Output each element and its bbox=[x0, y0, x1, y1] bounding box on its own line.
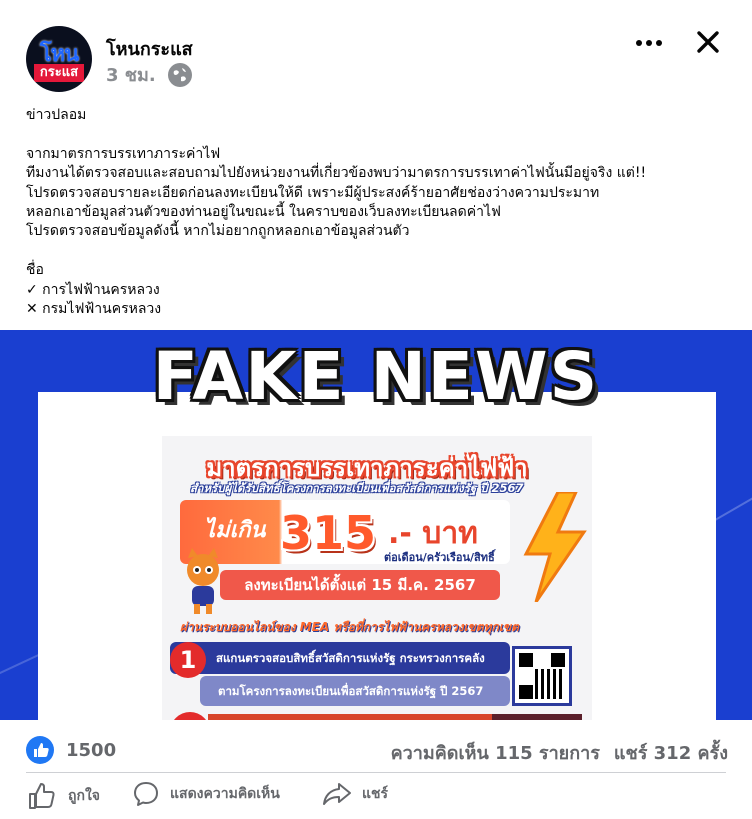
post-body: ข่าวปลอม จากมาตรการบรรเทาภาระค่าไฟ ทีมงา… bbox=[26, 106, 726, 319]
close-icon[interactable] bbox=[692, 26, 724, 58]
poster-channel: ผ่านระบบออนไลน์ของ MEA หรือที่การไฟฟ้านค… bbox=[180, 620, 519, 634]
comment-button[interactable]: แสดงความคิดเห็น bbox=[132, 780, 280, 808]
post-line: ทีมงานได้ตรวจสอบและสอบถามไปยังหน่วยงานที… bbox=[26, 165, 647, 182]
like-button[interactable]: ถูกใจ bbox=[26, 780, 100, 812]
poster-step1-number: 1 bbox=[170, 642, 206, 678]
comment-count[interactable]: ความคิดเห็น 115 รายการ bbox=[391, 738, 600, 767]
post-image[interactable]: FAKE NEWS มาตรการบรรเทาภาระค่าไฟฟ้า สำหร… bbox=[0, 330, 752, 720]
page-avatar[interactable]: โหน กระแส bbox=[26, 26, 92, 92]
poster-step2-bar-end bbox=[492, 714, 582, 720]
poster-per-unit: ต่อเดือน/ครัวเรือน/สิทธิ์ bbox=[384, 551, 495, 564]
share-label: แชร์ bbox=[362, 786, 389, 802]
globe-icon[interactable] bbox=[167, 62, 192, 87]
poster-step1-text: สแกนตรวจสอบสิทธิ์สวัสดิการแห่งรัฐ กระทรว… bbox=[216, 651, 485, 665]
poster-register-date: ลงทะเบียนได้ตั้งแต่ 15 มี.ค. 2567 bbox=[220, 570, 500, 600]
post-line: โปรดตรวจสอบรายละเอียดก่อนลงทะเบียนให้ดี … bbox=[26, 184, 600, 201]
poster-step2-bar bbox=[208, 714, 508, 720]
post-line: จากมาตรการบรรเทาภาระค่าไฟ bbox=[26, 145, 221, 162]
like-count[interactable]: 1500 bbox=[66, 740, 116, 761]
share-count[interactable]: แชร์ 312 ครั้ง bbox=[614, 738, 728, 767]
poster-step1-sub: ตามโครงการลงทะเบียนเพื่อสวัสดิการแห่งรัฐ… bbox=[200, 676, 510, 706]
post-line: โปรดตรวจสอบข้อมูลดังนี้ หากไม่อยากถูกหลอ… bbox=[26, 223, 410, 240]
post-line-correct: ✓ การไฟฟ้านครหลวง bbox=[26, 281, 160, 298]
qr-code-icon bbox=[512, 646, 572, 706]
poster-price: 315 bbox=[280, 506, 377, 560]
post-line: หลอกเอาข้อมูลส่วนตัวของท่านอยู่ในขณะนี้ … bbox=[26, 204, 501, 221]
like-reaction-icon[interactable] bbox=[26, 736, 54, 764]
share-icon bbox=[323, 783, 351, 805]
divider bbox=[26, 772, 726, 773]
lightning-bolt-icon bbox=[523, 492, 587, 602]
fake-news-headline: FAKE NEWS bbox=[152, 338, 600, 415]
poster-not-over: ไม่เกิน bbox=[204, 518, 266, 543]
comment-label: แสดงความคิดเห็น bbox=[170, 786, 280, 802]
reaction-stats: 1500 ความคิดเห็น 115 รายการ แชร์ 312 ครั… bbox=[0, 732, 752, 772]
engagement-counts: ความคิดเห็น 115 รายการ แชร์ 312 ครั้ง bbox=[391, 738, 728, 767]
embedded-poster: มาตรการบรรเทาภาระค่าไฟฟ้า สำหรับผู้ได้รั… bbox=[162, 436, 592, 720]
more-options-icon[interactable] bbox=[630, 28, 668, 58]
page-name[interactable]: โหนกระแส bbox=[106, 34, 193, 63]
post-timestamp[interactable]: 3 ชม. bbox=[106, 60, 156, 89]
poster-step1-bar: สแกนตรวจสอบสิทธิ์สวัสดิการแห่งรัฐ กระทรว… bbox=[170, 642, 510, 674]
post-meta: 3 ชม. bbox=[106, 60, 192, 89]
avatar-logo-bottom: กระแส bbox=[34, 64, 84, 82]
post-line: ข่าวปลอม bbox=[26, 107, 87, 123]
share-button[interactable]: แชร์ bbox=[322, 780, 388, 808]
post-line: ชื่อ bbox=[26, 262, 44, 279]
mascot-icon bbox=[187, 548, 219, 614]
like-label: ถูกใจ bbox=[68, 788, 100, 804]
poster-step2-number bbox=[170, 712, 210, 720]
post-actions: ถูกใจ แสดงความคิดเห็น แชร์ bbox=[0, 776, 752, 816]
post-line-wrong: ✕ กรมไฟฟ้านครหลวง bbox=[26, 301, 162, 318]
thumbs-up-icon bbox=[29, 783, 55, 809]
post-header: โหน กระแส โหนกระแส 3 ชม. bbox=[0, 0, 752, 100]
comment-icon bbox=[134, 782, 158, 806]
